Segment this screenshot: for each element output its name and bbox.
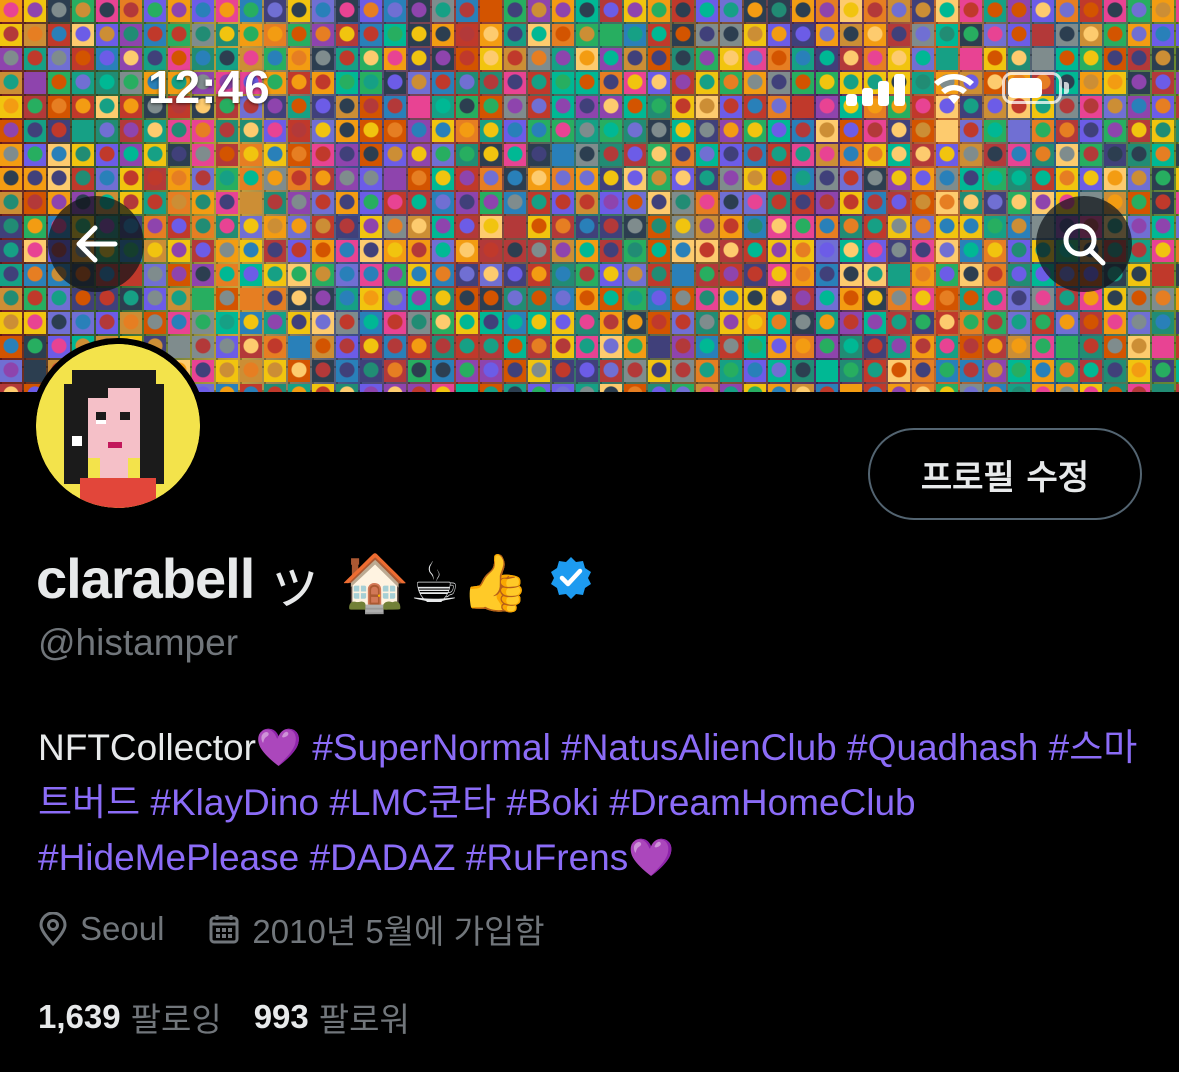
bio-hashtag-link[interactable]: #DreamHomeClub xyxy=(609,782,915,823)
join-date-item: 2010년 5월에 가입함 xyxy=(208,905,545,953)
search-button[interactable] xyxy=(1036,196,1132,292)
bio-hashtag-link[interactable]: #NatusAlienClub xyxy=(561,727,837,768)
bio: NFTCollector💜 #SuperNormal #NatusAlienCl… xyxy=(38,720,1148,885)
search-icon xyxy=(1063,223,1106,266)
pixel-portrait-image xyxy=(36,344,200,508)
bio-hashtag-link[interactable]: #DADAZ xyxy=(310,837,456,878)
following-count[interactable]: 1,639 xyxy=(38,998,121,1036)
arrow-left-icon xyxy=(76,225,118,263)
cellular-signal-icon xyxy=(846,72,906,106)
follow-stats: 1,639 팔로잉 993 팔로워 xyxy=(38,992,442,1042)
status-time: 12:46 xyxy=(148,61,271,113)
verified-badge-icon[interactable] xyxy=(548,555,594,601)
edit-profile-button[interactable]: 프로필 수정 xyxy=(868,428,1142,520)
wifi-icon xyxy=(932,70,976,106)
user-handle: @histamper xyxy=(38,622,239,663)
bio-hashtag-link[interactable]: #SuperNormal xyxy=(312,727,551,768)
bio-hashtag-link[interactable]: #RuFrens xyxy=(466,837,628,878)
bio-hashtag-link[interactable]: #LMC쿤타 xyxy=(329,782,496,823)
display-name-row: clarabell ッ 🏠☕👍 xyxy=(36,538,594,618)
profile-banner[interactable] xyxy=(0,0,1179,392)
banner-mosaic xyxy=(0,0,1179,392)
followers-count[interactable]: 993 xyxy=(254,998,309,1036)
location-pin-icon xyxy=(39,912,67,946)
bio-hashtag-link[interactable]: #Quadhash xyxy=(847,727,1038,768)
display-name: clarabell xyxy=(36,546,255,610)
bio-text: NFTCollector xyxy=(38,727,256,768)
bio-hashtag-link[interactable]: #Boki xyxy=(506,782,599,823)
bio-heart-2: 💜 xyxy=(628,837,675,878)
join-date-text: 2010년 5월에 가입함 xyxy=(252,913,545,950)
following-label[interactable]: 팔로잉 xyxy=(131,993,222,1041)
location-item: Seoul xyxy=(38,910,164,948)
bio-heart-1: 💜 xyxy=(255,727,302,768)
followers-label[interactable]: 팔로워 xyxy=(319,993,410,1041)
location-text: Seoul xyxy=(80,910,165,947)
bio-hashtag-link[interactable]: #KlayDino xyxy=(150,782,319,823)
avatar[interactable] xyxy=(30,338,206,514)
back-button[interactable] xyxy=(48,196,144,292)
calendar-icon xyxy=(209,915,239,944)
bio-hashtag-link[interactable]: #HideMePlease xyxy=(38,837,299,878)
profile-meta: Seoul 2010년 5월에 가입함 xyxy=(38,904,589,954)
battery-icon xyxy=(1002,72,1072,106)
name-emoji: ッ 🏠☕👍 xyxy=(266,550,530,616)
